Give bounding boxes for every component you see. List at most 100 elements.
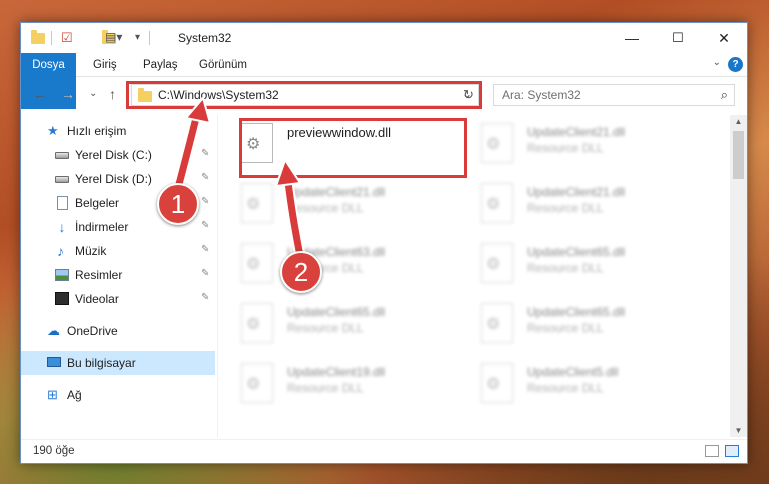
refresh-button[interactable]: ↻ — [459, 84, 479, 106]
file-name: UpdateClient5.dll — [527, 365, 619, 379]
pin-icon[interactable]: ✎ — [201, 148, 209, 159]
file-item[interactable]: UpdateClient21.dll Resource DLL — [461, 117, 691, 173]
sidebar-item-documents[interactable]: Belgeler ✎ — [21, 191, 215, 215]
file-item[interactable]: UpdateClient19.dll Resource DLL — [221, 357, 451, 413]
file-item[interactable]: UpdateClient65.dll Resource DLL — [461, 237, 691, 293]
pictures-icon — [55, 269, 69, 281]
window-title: System32 — [178, 31, 232, 45]
help-icon[interactable]: ? — [728, 57, 743, 72]
customize-toolbar-icon[interactable]: ▤▾ — [105, 30, 122, 46]
pin-icon[interactable]: ✎ — [201, 244, 209, 255]
file-name: UpdateClient65.dll — [527, 245, 626, 259]
file-type: Resource DLL — [527, 261, 604, 275]
dll-file-icon — [241, 183, 273, 223]
sidebar-item-videos[interactable]: Videolar ✎ — [21, 287, 215, 311]
pin-icon[interactable]: ✎ — [201, 268, 209, 279]
expand-ribbon-icon[interactable]: ⌄ — [713, 57, 721, 68]
pin-icon[interactable]: ✎ — [201, 292, 209, 303]
sidebar-item-label: Resimler — [75, 268, 123, 282]
sidebar-item-label: Belgeler — [75, 196, 120, 210]
tab-view[interactable]: Görünüm — [199, 53, 247, 77]
sidebar-item-label: OneDrive — [67, 324, 118, 338]
divider — [149, 31, 150, 45]
sidebar-item-downloads[interactable]: ↓ İndirmeler ✎ — [21, 215, 215, 239]
vertical-scrollbar[interactable]: ▲ ▼ — [730, 115, 747, 437]
sidebar-item-network[interactable]: ⊞ Ağ — [21, 383, 215, 407]
computer-icon — [47, 357, 61, 367]
large-icons-view-icon[interactable] — [725, 445, 739, 457]
dll-file-icon — [481, 183, 513, 223]
file-item[interactable]: UpdateClient65.dll Resource DLL — [461, 297, 691, 353]
up-icon[interactable]: ↑ — [109, 86, 116, 102]
file-type: Resource DLL — [287, 381, 364, 395]
drive-icon — [55, 176, 69, 183]
close-button[interactable]: ✕ — [701, 23, 747, 53]
sidebar-item-label: İndirmeler — [75, 220, 129, 234]
minimize-button[interactable]: — — [609, 23, 655, 53]
file-item[interactable]: UpdateClient21.dll Resource DLL — [221, 177, 451, 233]
file-type: Resource DLL — [527, 381, 604, 395]
ribbon-tabs: Dosya Giriş Paylaş Görünüm ⌄ ? — [21, 53, 747, 109]
pane-divider[interactable] — [217, 115, 218, 437]
maximize-button[interactable]: ☐ — [655, 23, 701, 53]
file-name: UpdateClient65.dll — [527, 305, 626, 319]
navigation-bar: ← → ⌄ ↑ C:\Windows\System32 ⌄ ↻ ⌕ — [21, 79, 747, 111]
file-type: Resource DLL — [287, 321, 364, 335]
file-item[interactable]: UpdateClient5.dll Resource DLL — [461, 357, 691, 413]
recent-locations-icon[interactable]: ⌄ — [89, 88, 97, 99]
documents-icon — [57, 196, 68, 210]
file-type: Resource DLL — [287, 201, 364, 215]
address-bar[interactable]: C:\Windows\System32 ⌄ — [131, 84, 479, 106]
file-item[interactable]: UpdateClient21.dll Resource DLL — [461, 177, 691, 233]
pin-icon[interactable]: ✎ — [201, 220, 209, 231]
tab-share[interactable]: Paylaş — [143, 53, 178, 77]
search-icon[interactable]: ⌕ — [721, 87, 728, 103]
folder-icon — [138, 88, 152, 102]
sidebar-item-quick-access[interactable]: ★ Hızlı erişim — [21, 119, 215, 143]
sidebar-item-label: Yerel Disk (D:) — [75, 172, 152, 186]
file-name: UpdateClient63.dll — [287, 245, 386, 259]
dll-file-icon — [241, 123, 273, 163]
pin-icon[interactable]: ✎ — [201, 196, 209, 207]
file-item-previewwindow[interactable]: previewwindow.dll — [221, 117, 451, 173]
file-item[interactable]: UpdateClient63.dll Resource DLL — [221, 237, 451, 293]
sidebar-item-music[interactable]: ♪ Müzik ✎ — [21, 239, 215, 263]
sidebar-item-onedrive[interactable]: ☁ OneDrive — [21, 319, 215, 343]
file-type: Resource DLL — [527, 141, 604, 155]
sidebar-item-local-disk-d[interactable]: Yerel Disk (D:) ✎ — [21, 167, 215, 191]
explorer-window: ☑ ▤▾ ▾ System32 — ☐ ✕ Dosya Giriş Paylaş… — [20, 22, 748, 464]
search-box[interactable]: ⌕ — [493, 84, 735, 106]
sidebar-item-label: Yerel Disk (C:) — [75, 148, 152, 162]
dll-file-icon — [481, 123, 513, 163]
quick-access-dropdown-icon[interactable]: ▾ — [135, 32, 140, 48]
item-count: 190 öğe — [33, 445, 75, 457]
sidebar-item-local-disk-c[interactable]: Yerel Disk (C:) ✎ — [21, 143, 215, 167]
tab-home[interactable]: Giriş — [93, 53, 117, 77]
dll-file-icon — [481, 303, 513, 343]
sidebar-item-pictures[interactable]: Resimler ✎ — [21, 263, 215, 287]
file-item[interactable]: UpdateClient65.dll Resource DLL — [221, 297, 451, 353]
file-name: previewwindow.dll — [287, 125, 392, 140]
sidebar-item-label: Hızlı erişim — [67, 124, 127, 138]
folder-icon — [31, 30, 45, 44]
pin-icon[interactable]: ✎ — [201, 172, 209, 183]
drive-icon — [55, 152, 69, 159]
forward-icon[interactable]: → — [61, 86, 75, 102]
dll-file-icon — [481, 243, 513, 283]
scroll-thumb[interactable] — [733, 131, 744, 179]
sidebar-item-this-pc[interactable]: Bu bilgisayar — [21, 351, 215, 375]
properties-icon[interactable]: ☑ — [61, 30, 73, 46]
videos-icon — [55, 292, 69, 305]
scroll-down-icon[interactable]: ▼ — [730, 426, 747, 435]
title-bar: ☑ ▤▾ ▾ System32 — ☐ ✕ — [21, 23, 747, 53]
sidebar-item-label: Videolar — [75, 292, 119, 306]
search-input[interactable] — [502, 85, 702, 105]
dll-file-icon — [481, 363, 513, 403]
details-view-icon[interactable] — [705, 445, 719, 457]
music-icon: ♪ — [57, 243, 64, 259]
back-icon[interactable]: ← — [33, 86, 47, 102]
file-name: UpdateClient21.dll — [527, 125, 626, 139]
onedrive-icon: ☁ — [47, 323, 60, 338]
scroll-up-icon[interactable]: ▲ — [730, 117, 747, 126]
sidebar-item-label: Bu bilgisayar — [67, 356, 136, 370]
